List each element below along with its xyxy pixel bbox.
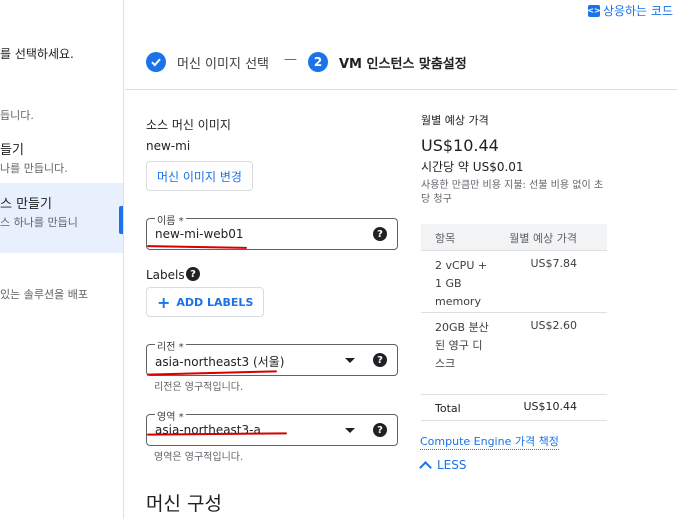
check-circle-icon [146, 52, 166, 72]
sidebar-active-indicator [119, 206, 123, 234]
plus-icon: + [157, 292, 171, 312]
left-sidebar: 를 선택하세요. 듭니다. 들기 나를 만듭니다. 스 만들기 스 하나를 만듭… [0, 0, 124, 519]
pricing-link[interactable]: Compute Engine 가격 책정 [420, 433, 559, 450]
hourly-cost: 시간당 약 US$0.01 [421, 160, 524, 174]
region-hint: 리전은 영구적입니다. [154, 382, 244, 393]
name-input[interactable]: new-mi-web01 [155, 227, 244, 241]
change-machine-image-button[interactable]: 머신 이미지 변경 [146, 161, 253, 191]
less-button[interactable]: LESS [419, 458, 467, 474]
row-price: US$7.84 [530, 257, 577, 270]
table-header-row: 항목 월별 예상 가격 [421, 224, 607, 251]
region-value: asia-northeast3 (서울) [155, 355, 285, 369]
name-field-label: 이름 * [155, 212, 186, 227]
sidebar-option-2-sub: 스 하나를 만듭니 [0, 216, 78, 229]
labels-heading: Labels [146, 268, 185, 282]
sidebar-option-0-sub: 듭니다. [0, 109, 34, 122]
row-item: 2 vCPU + 1 GB memory [435, 259, 488, 308]
col-header-item: 항목 [435, 232, 456, 245]
step-2-number: 2 [308, 52, 328, 72]
help-icon[interactable]: ? [373, 227, 387, 241]
sidebar-option-3-sub: 있는 솔루션을 배포 [0, 288, 88, 301]
total-value: US$10.44 [523, 400, 577, 413]
help-icon[interactable]: ? [373, 353, 387, 367]
equivalent-code-label: 상응하는 코드 [602, 4, 673, 18]
source-image-label: 소스 머신 이미지 [146, 118, 231, 132]
labels-help-icon[interactable]: ? [186, 267, 200, 281]
total-label: Total [435, 402, 461, 415]
zone-hint: 영역은 영구적입니다. [154, 452, 244, 463]
step-separator: — [284, 52, 297, 67]
equivalent-code-link[interactable]: <> 상응하는 코드 [587, 2, 673, 19]
step-1-label[interactable]: 머신 이미지 선택 [177, 53, 269, 72]
sidebar-option-1-sub: 나를 만듭니다. [0, 162, 68, 175]
cost-description: 사용한 만큼만 비용 지불: 선불 비용 없이 초당 청구 [421, 180, 604, 205]
row-price: US$2.60 [530, 319, 577, 332]
source-image-value: new-mi [146, 139, 191, 153]
sidebar-option-1-title[interactable]: 들기 [0, 139, 24, 158]
cost-title: 월별 예상 가격 [421, 114, 489, 127]
col-header-price: 월별 예상 가격 [509, 232, 577, 245]
stepper-header: 머신 이미지 선택 — 2 VM 인스턴스 맞춤설정 [125, 30, 677, 90]
dropdown-arrow-icon[interactable] [345, 428, 355, 433]
code-icon: <> [587, 4, 601, 17]
table-row: 20GB 분산된 영구 디스크 US$2.60 [421, 313, 607, 395]
less-label: LESS [437, 458, 467, 472]
zone-field-label: 영역 * [155, 408, 186, 423]
machine-config-title: 머신 구성 [146, 493, 222, 515]
table-total-row: Total US$10.44 [421, 395, 607, 421]
add-labels-button[interactable]: + ADD LABELS [146, 287, 265, 317]
cost-table: 항목 월별 예상 가격 2 vCPU + 1 GB memory US$7.84… [421, 224, 607, 421]
row-item: 20GB 분산된 영구 디스크 [435, 321, 489, 370]
region-field-label: 리전 * [155, 338, 186, 353]
dropdown-arrow-icon[interactable] [345, 358, 355, 363]
sidebar-intro-text: 를 선택하세요. [0, 47, 74, 61]
add-labels-label: ADD LABELS [176, 295, 254, 309]
sidebar-option-2-title[interactable]: 스 만들기 [0, 193, 52, 212]
zone-select[interactable]: 영역 * asia-northeast3-a ? [146, 408, 398, 446]
chevron-up-icon [419, 461, 432, 474]
step-2-label: VM 인스턴스 맞춤설정 [339, 57, 467, 72]
table-row: 2 vCPU + 1 GB memory US$7.84 [421, 251, 607, 313]
monthly-cost: US$10.44 [421, 136, 499, 155]
help-icon[interactable]: ? [373, 423, 387, 437]
